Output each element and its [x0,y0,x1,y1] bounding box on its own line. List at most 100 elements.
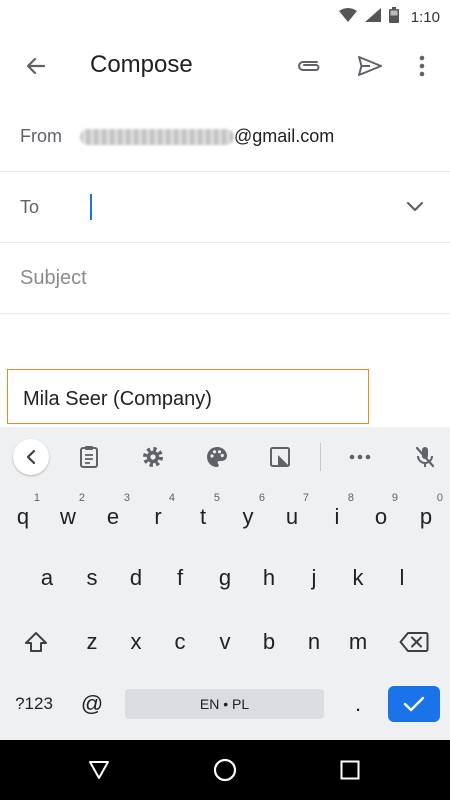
key-p[interactable]: p0 [405,490,447,544]
key-r[interactable]: r4 [137,490,179,544]
key-q[interactable]: q1 [2,490,44,544]
chevron-left-icon [26,449,36,465]
to-expand-button[interactable] [402,194,428,220]
key-m[interactable]: m [336,615,380,669]
key-x[interactable]: x [114,615,158,669]
key-a[interactable]: a [25,551,69,605]
key-e-label: e [106,504,120,529]
key-y-hint: 6 [258,492,265,504]
key-u-label: u [285,504,299,529]
from-address-domain: @gmail.com [234,126,335,146]
to-input-cursor[interactable] [90,194,92,220]
key-l[interactable]: l [380,551,424,605]
at-key[interactable]: @ [70,679,114,729]
paperclip-icon [298,61,320,71]
shift-key[interactable] [12,615,60,669]
key-b[interactable]: b [247,615,291,669]
key-u[interactable]: u7 [271,490,313,544]
key-h[interactable]: h [247,551,291,605]
theme-button[interactable] [199,439,235,475]
from-row[interactable]: From @gmail.com [0,100,450,172]
key-r-hint: 4 [168,492,175,504]
symbols-key[interactable]: ?123 [6,679,62,729]
key-y-label: y [242,504,254,529]
chevron-down-icon [406,201,424,212]
key-i[interactable]: i8 [316,490,358,544]
page-title: Compose [90,51,193,78]
key-n[interactable]: n [292,615,336,669]
key-y[interactable]: y6 [227,490,269,544]
resize-icon [270,447,290,467]
resize-keyboard-button[interactable] [262,439,298,475]
key-e-hint: 3 [123,492,130,504]
key-o[interactable]: o9 [360,490,402,544]
key-v[interactable]: v [203,615,247,669]
nav-recents-button[interactable] [335,755,365,785]
key-d[interactable]: d [114,551,158,605]
voice-input-button[interactable] [407,439,443,475]
key-w[interactable]: w2 [47,490,89,544]
key-k[interactable]: k [336,551,380,605]
triangle-back-icon [89,761,109,779]
system-nav-bar [0,740,450,800]
key-o-hint: 9 [391,492,398,504]
recipient-suggestion[interactable]: Mila Seer (Company) [7,369,369,424]
key-z[interactable]: z [70,615,114,669]
enter-key[interactable] [388,686,440,722]
settings-button[interactable] [135,439,171,475]
key-i-label: i [334,504,340,529]
key-t[interactable]: t5 [182,490,224,544]
key-p-hint: 0 [436,492,443,504]
circle-home-icon [213,758,237,782]
suggestion-text: Mila Seer (Company) [23,388,212,410]
send-button[interactable] [354,50,386,82]
toolbar-divider [320,443,321,471]
key-p-label: p [419,504,433,529]
key-t-hint: 5 [213,492,220,504]
subject-row[interactable]: Subject [0,243,450,314]
more-tools-button[interactable] [342,439,378,475]
battery-icon [388,7,399,28]
key-r-label: r [154,504,162,529]
from-address-redacted [80,129,234,145]
key-f[interactable]: f [158,551,202,605]
from-label: From [20,126,62,146]
to-label: To [20,197,40,217]
clipboard-icon [80,446,98,468]
to-row[interactable]: To [0,172,450,243]
key-j[interactable]: j [292,551,336,605]
key-e[interactable]: e3 [92,490,134,544]
app-bar: Compose [0,32,450,100]
shift-icon [25,632,47,652]
key-q-hint: 1 [33,492,40,504]
key-u-hint: 7 [302,492,309,504]
backspace-key[interactable] [388,615,440,669]
clipboard-button[interactable] [71,439,107,475]
send-icon [358,56,382,76]
key-s[interactable]: s [70,551,114,605]
status-icons: 1:10 [338,7,440,28]
back-arrow-icon [26,57,46,75]
keyboard: q1 w2 e3 r4 t5 y6 u7 i8 o9 p0 a s d f g … [0,427,450,740]
wifi-icon [338,8,357,27]
collapse-toolbar-button[interactable] [13,439,49,475]
more-horiz-icon [349,454,371,460]
signal-icon [364,8,381,27]
back-button[interactable] [18,48,54,84]
key-g[interactable]: g [203,551,247,605]
period-key[interactable]: . [336,679,380,729]
nav-back-button[interactable] [84,755,114,785]
key-c[interactable]: c [158,615,202,669]
space-key[interactable]: EN • PL [125,689,324,719]
keyboard-toolbar [0,427,450,487]
subject-input[interactable]: Subject [20,267,87,290]
key-w-label: w [60,504,76,529]
nav-home-button[interactable] [210,755,240,785]
key-t-label: t [199,504,207,529]
gear-icon [143,447,163,467]
status-bar: 1:10 [0,0,450,32]
more-options-button[interactable] [410,50,434,82]
key-o-label: o [374,504,388,529]
key-q-label: q [16,504,30,529]
attach-button[interactable] [293,50,325,82]
